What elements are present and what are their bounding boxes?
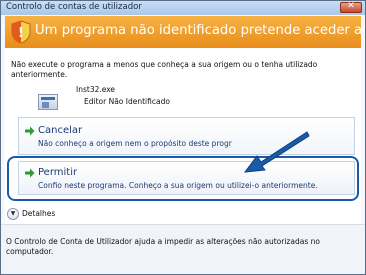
warning-banner: ! Um programa não identificado pretende … [5, 16, 365, 48]
application-window-icon [38, 94, 58, 110]
shield-warning-icon: ! [11, 20, 31, 44]
details-label: Detalhes [22, 209, 56, 218]
banner-heading: Um programa não identificado pretende ac… [35, 23, 365, 38]
uac-dialog: Controlo de contas de utilizador ✕ ! Um … [0, 0, 366, 275]
footer-text: O Controlo de Conta de Utilizador ajuda … [6, 237, 320, 256]
details-row[interactable]: ▼ Detalhes [5, 206, 359, 224]
dialog-content: Não execute o programa a menos que conhe… [5, 48, 361, 224]
close-icon: ✕ [347, 1, 355, 11]
warning-text: Não execute o programa a menos que conhe… [11, 60, 318, 79]
svg-text:!: ! [18, 26, 24, 41]
window-title: Controlo de contas de utilizador [6, 2, 142, 12]
cancel-option-title: Cancelar [38, 125, 83, 136]
cancel-option-description: Não conheço a origem nem o propósito des… [38, 139, 232, 148]
pointer-arrow-icon [243, 131, 310, 173]
chevron-down-icon[interactable]: ▼ [7, 208, 19, 220]
close-button[interactable]: ✕ [340, 1, 362, 13]
green-arrow-icon [25, 126, 35, 136]
dialog-footer: O Controlo de Conta de Utilizador ajuda … [1, 224, 365, 274]
program-publisher: Editor Não Identificado [84, 97, 170, 106]
title-bar: Controlo de contas de utilizador ✕ [1, 1, 365, 15]
program-name: Inst32.exe [76, 85, 116, 94]
